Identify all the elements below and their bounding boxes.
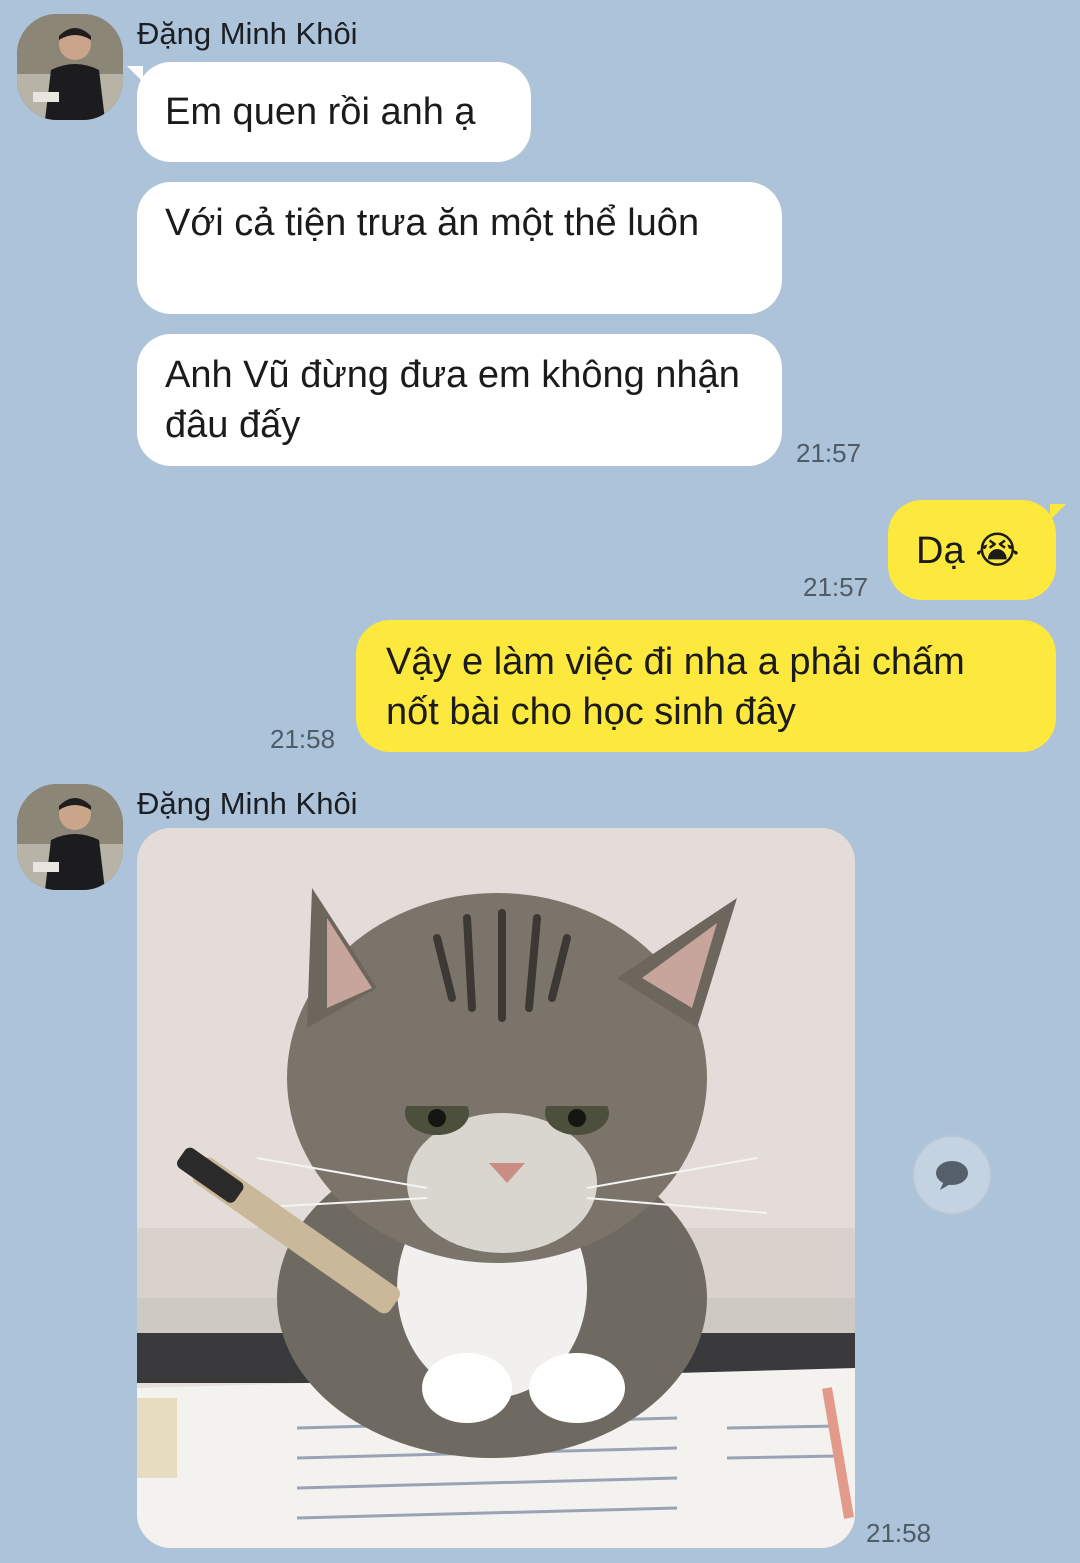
message-timestamp: 21:57	[803, 572, 869, 602]
message-text: Anh Vũ đừng đưa em không nhận đâu đấy	[165, 354, 740, 446]
image-message[interactable]	[137, 828, 855, 1548]
message-timestamp: 21:58	[270, 724, 336, 754]
message-text: Với cả tiện trưa ăn một thể luôn	[165, 202, 700, 244]
message-bubble[interactable]: Em quen rồi anh ạ	[127, 62, 531, 162]
message-text: Dạ 😭	[916, 530, 1020, 572]
message-text: Vậy e làm việc đi nha a phải chấm nốt bà…	[386, 641, 965, 733]
message-timestamp: 21:58	[866, 1518, 932, 1548]
chat-bubble-icon	[936, 1161, 968, 1190]
message-text: Em quen rồi anh ạ	[165, 91, 476, 133]
message-timestamp: 21:57	[796, 438, 862, 468]
avatar[interactable]	[17, 14, 123, 120]
sender-name: Đặng Minh Khôi	[137, 16, 358, 51]
message-bubble[interactable]: Anh Vũ đừng đưa em không nhận đâu đấy	[137, 334, 782, 466]
avatar-icon	[17, 784, 123, 890]
message-bubble[interactable]: Với cả tiện trưa ăn một thể luôn	[137, 182, 782, 314]
avatar-icon	[17, 14, 123, 120]
reply-button[interactable]	[912, 1135, 992, 1215]
message-bubble[interactable]: Vậy e làm việc đi nha a phải chấm nốt bà…	[356, 620, 1056, 752]
sender-name: Đặng Minh Khôi	[137, 786, 358, 821]
cat-with-pen-icon	[137, 828, 855, 1548]
avatar[interactable]	[17, 784, 123, 890]
message-bubble[interactable]: Dạ 😭	[888, 500, 1066, 600]
